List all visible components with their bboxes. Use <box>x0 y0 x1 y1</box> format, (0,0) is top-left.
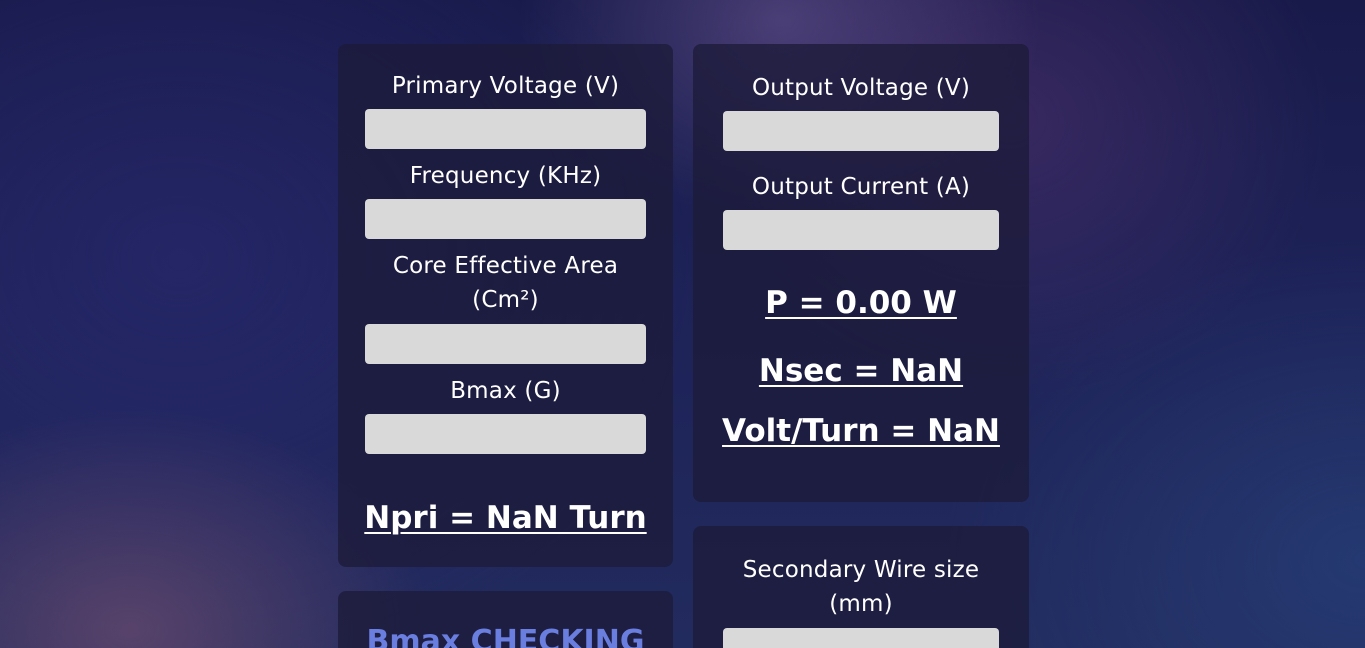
output-current-input[interactable] <box>723 210 999 250</box>
core-area-input[interactable] <box>365 324 646 364</box>
volt-per-turn-result: Volt/Turn = NaN <box>722 413 1000 449</box>
output-voltage-label: Output Voltage (V) <box>751 75 971 101</box>
frequency-label: Frequency (KHz) <box>409 163 602 189</box>
secondary-wire-input[interactable] <box>723 628 999 648</box>
secondary-wire-label: Secondary Wire size <box>742 557 980 583</box>
bmax-checking-card: Bmax CHECKING <box>338 591 673 648</box>
output-voltage-input[interactable] <box>723 111 999 151</box>
bmax-checking-heading: Bmax CHECKING <box>366 624 645 648</box>
secondary-wire-unit-label: (mm) <box>829 591 893 617</box>
core-area-label: Core Effective Area <box>392 253 619 279</box>
primary-voltage-label: Primary Voltage (V) <box>391 73 620 99</box>
frequency-input[interactable] <box>365 199 646 239</box>
nsec-result: Nsec = NaN <box>758 353 964 389</box>
output-calculator-card: Output Voltage (V) Output Current (A) P … <box>693 44 1029 502</box>
bmax-label: Bmax (G) <box>450 378 561 404</box>
primary-voltage-input[interactable] <box>365 109 646 149</box>
secondary-wire-card: Secondary Wire size (mm) <box>693 526 1029 648</box>
output-current-label: Output Current (A) <box>751 174 971 200</box>
power-result: P = 0.00 W <box>765 285 957 321</box>
primary-calculator-card: Primary Voltage (V) Frequency (KHz) Core… <box>338 44 673 567</box>
npri-result: Npri = NaN Turn <box>364 500 647 536</box>
bmax-input[interactable] <box>365 414 646 454</box>
core-area-unit-label: (Cm²) <box>472 287 539 313</box>
